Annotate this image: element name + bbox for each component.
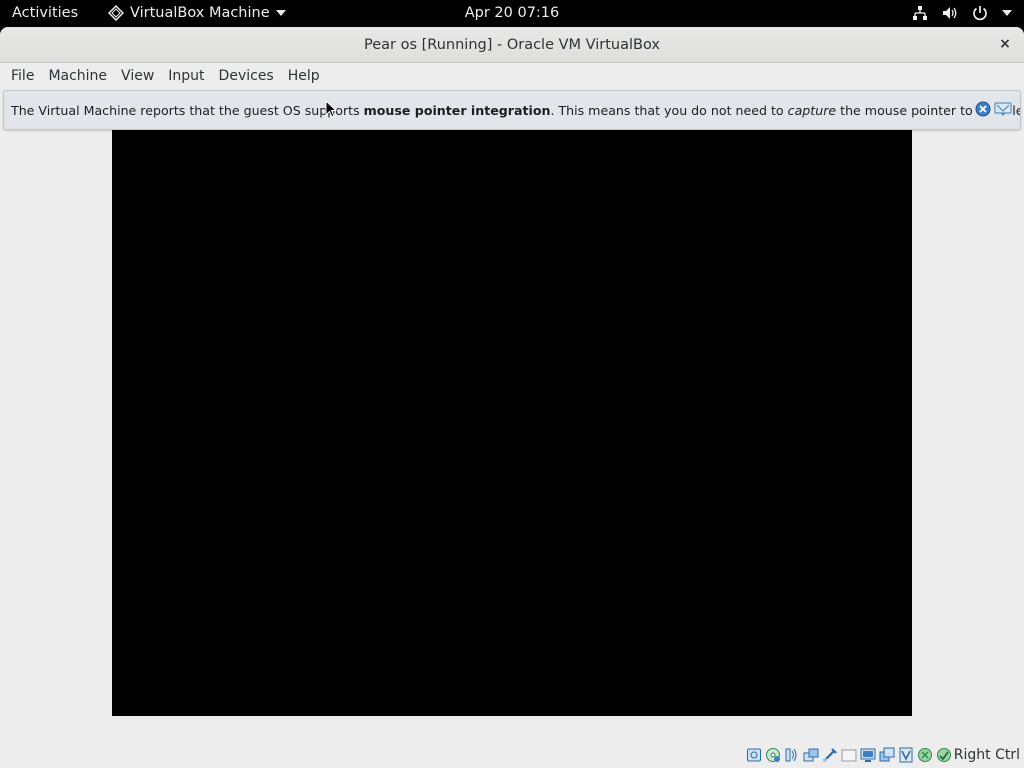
network-icon[interactable] (803, 747, 819, 763)
menu-input[interactable]: Input (161, 66, 211, 86)
menu-help[interactable]: Help (281, 66, 327, 86)
virtualbox-app-icon (108, 5, 124, 21)
virtualization-icon[interactable] (898, 747, 914, 763)
app-menu-label: VirtualBox Machine (130, 5, 270, 21)
chevron-down-icon (275, 10, 286, 16)
window-title: Pear os [Running] - Oracle VM VirtualBox (364, 37, 660, 53)
menu-machine[interactable]: Machine (41, 66, 114, 86)
activities-button[interactable]: Activities (12, 5, 78, 21)
menu-view[interactable]: View (114, 66, 161, 86)
title-bar[interactable]: Pear os [Running] - Oracle VM VirtualBox… (0, 27, 1024, 63)
system-tray[interactable] (912, 5, 1012, 21)
app-menu[interactable]: VirtualBox Machine (108, 5, 286, 21)
mouse-integration-notice: The Virtual Machine reports that the gue… (3, 90, 1021, 130)
status-bar: Right Ctrl (0, 743, 1024, 768)
close-button[interactable]: × (996, 35, 1014, 53)
optical-drive-icon[interactable] (765, 747, 781, 763)
shared-folders-icon[interactable] (841, 747, 857, 763)
vm-display-area (0, 116, 1024, 746)
notice-text: The Virtual Machine reports that the gue… (11, 102, 1020, 118)
menu-file[interactable]: File (4, 66, 41, 86)
volume-icon (943, 7, 957, 19)
virtualbox-window: Pear os [Running] - Oracle VM VirtualBox… (0, 27, 1024, 768)
power-icon (973, 6, 987, 21)
mouse-integration-icon[interactable] (917, 747, 933, 763)
video-capture-icon[interactable] (879, 747, 895, 763)
mouse-pointer-icon (325, 100, 337, 118)
clock[interactable]: Apr 20 07:16 (465, 5, 560, 21)
audio-icon[interactable] (784, 747, 800, 763)
network-wired-icon (913, 6, 927, 20)
usb-icon[interactable] (822, 747, 838, 763)
host-key-label[interactable]: Right Ctrl (954, 747, 1020, 763)
vm-screen[interactable] (112, 116, 912, 716)
menu-devices[interactable]: Devices (212, 66, 281, 86)
hard-disk-icon[interactable] (746, 747, 762, 763)
chevron-down-icon (1002, 10, 1012, 16)
display-icon[interactable] (860, 747, 876, 763)
keyboard-capture-icon[interactable] (936, 747, 952, 763)
gnome-top-bar: Activities VirtualBox Machine Apr 20 07:… (0, 0, 1024, 27)
menu-bar: File Machine View Input Devices Help (0, 63, 1024, 89)
dont-show-again-icon[interactable] (994, 101, 1012, 117)
close-notice-icon[interactable] (975, 101, 991, 117)
